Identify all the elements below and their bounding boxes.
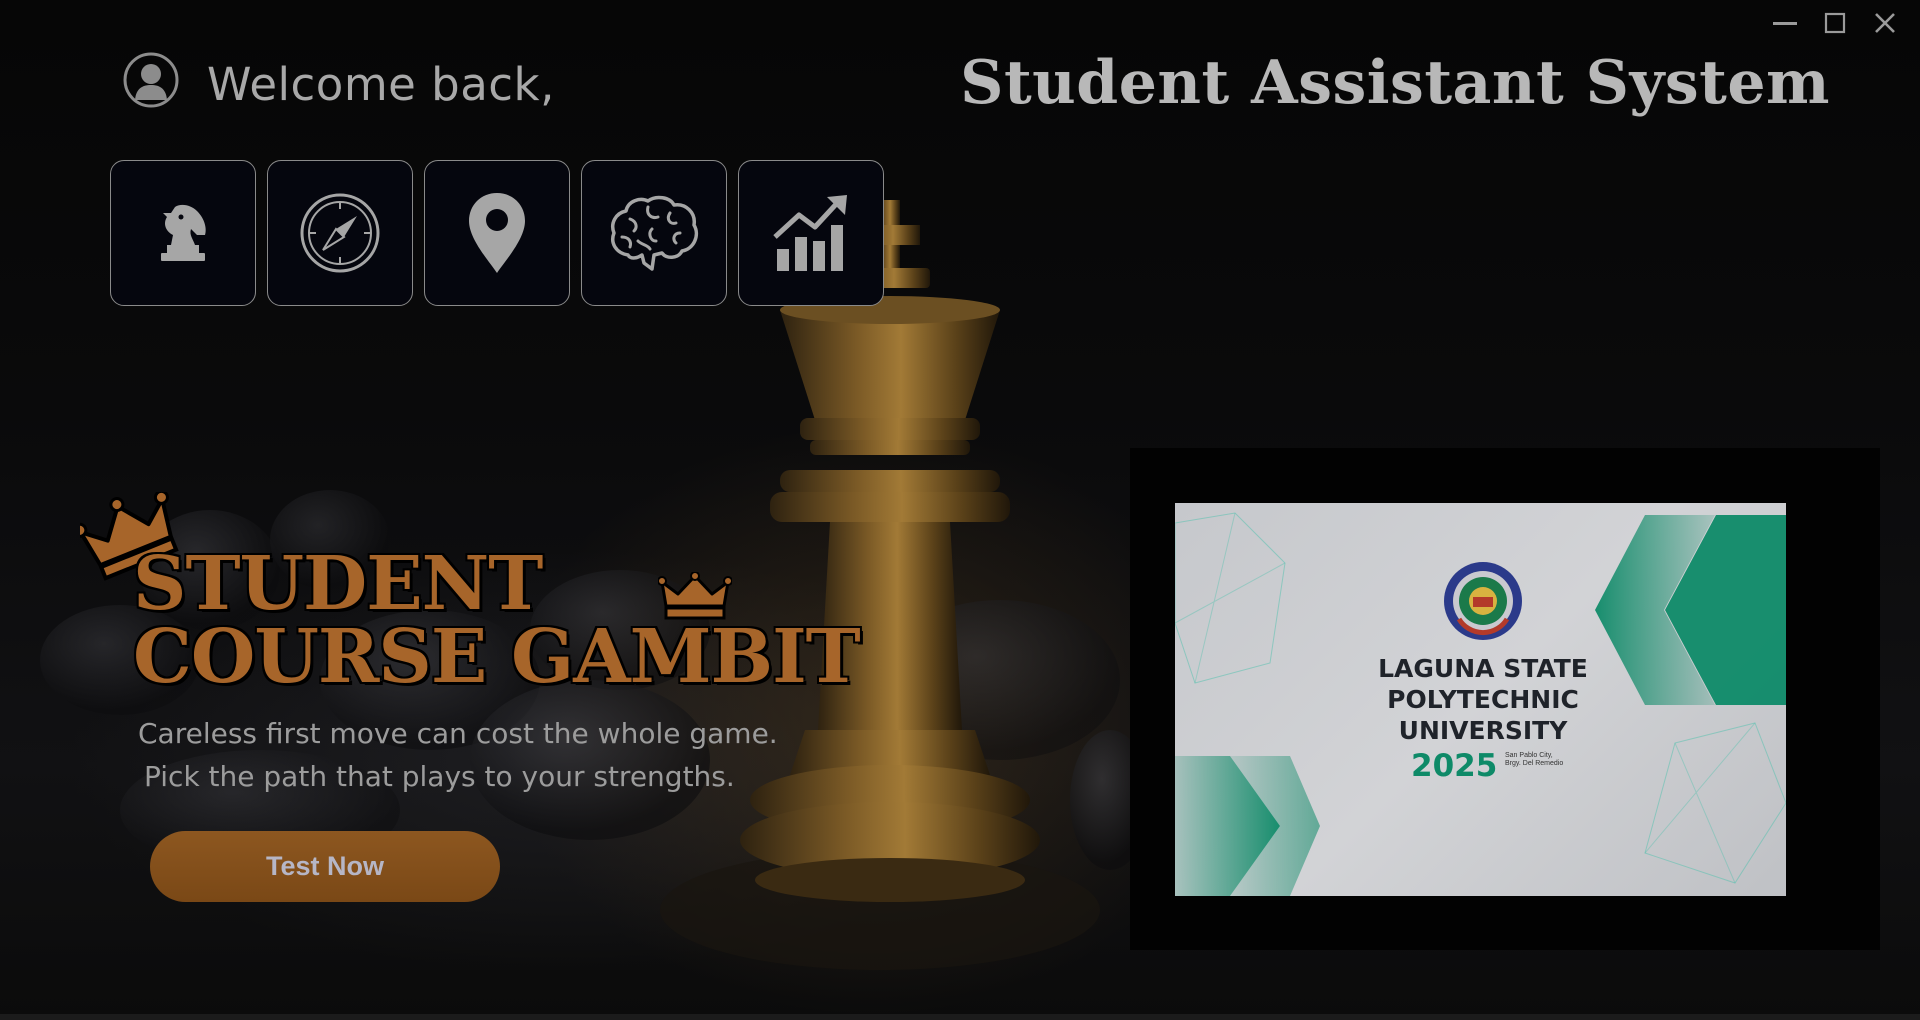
growth-chart-icon xyxy=(773,195,847,271)
promo-address: San Pablo City, Brgy. Del Remedio xyxy=(1505,752,1563,768)
hero-title-line1: STUDENT xyxy=(133,541,543,627)
nav-bar xyxy=(110,160,884,306)
user-avatar-icon xyxy=(123,52,179,108)
hero-title-line2: COURSE GAMBIT xyxy=(133,614,861,700)
hero-tagline: Careless first move can cost the whole g… xyxy=(138,712,778,798)
maximize-button[interactable] xyxy=(1810,6,1860,40)
minimize-button[interactable] xyxy=(1760,6,1810,40)
university-seal-logo xyxy=(1444,562,1522,640)
compass-icon xyxy=(300,193,380,273)
tagline-line2: Pick the path that plays to your strengt… xyxy=(144,760,735,793)
promo-year: 2025 xyxy=(1411,748,1498,784)
university-name: LAGUNA STATE POLYTECHNIC UNIVERSITY xyxy=(1378,654,1588,745)
tagline-line1: Careless first move can cost the whole g… xyxy=(138,717,778,750)
app-title: Student Assistant System xyxy=(960,48,1830,118)
nav-button-progress[interactable] xyxy=(738,160,884,306)
nav-button-compass[interactable] xyxy=(267,160,413,306)
welcome-text: Welcome back, xyxy=(207,58,555,111)
minimize-icon xyxy=(1773,22,1797,25)
university-promo-card: LAGUNA STATE POLYTECHNIC UNIVERSITY 2025… xyxy=(1175,503,1786,896)
close-button[interactable] xyxy=(1860,6,1910,40)
map-pin-icon xyxy=(469,193,525,273)
brain-icon xyxy=(611,195,699,271)
nav-button-chess[interactable] xyxy=(110,160,256,306)
hero-title: STUDENT COURSE GAMBIT xyxy=(133,541,861,700)
address-line2: Brgy. Del Remedio xyxy=(1505,760,1564,767)
bottom-border xyxy=(0,1014,1920,1020)
chess-knight-icon xyxy=(161,204,206,261)
app-window: Welcome back, Student Assistant System S… xyxy=(0,0,1920,1020)
address-line1: San Pablo City, xyxy=(1505,752,1553,759)
test-now-button[interactable]: Test Now xyxy=(150,831,500,902)
window-controls xyxy=(1760,6,1910,40)
maximize-icon xyxy=(1824,12,1846,34)
close-icon xyxy=(1875,13,1895,33)
nav-button-location[interactable] xyxy=(424,160,570,306)
nav-button-brain[interactable] xyxy=(581,160,727,306)
